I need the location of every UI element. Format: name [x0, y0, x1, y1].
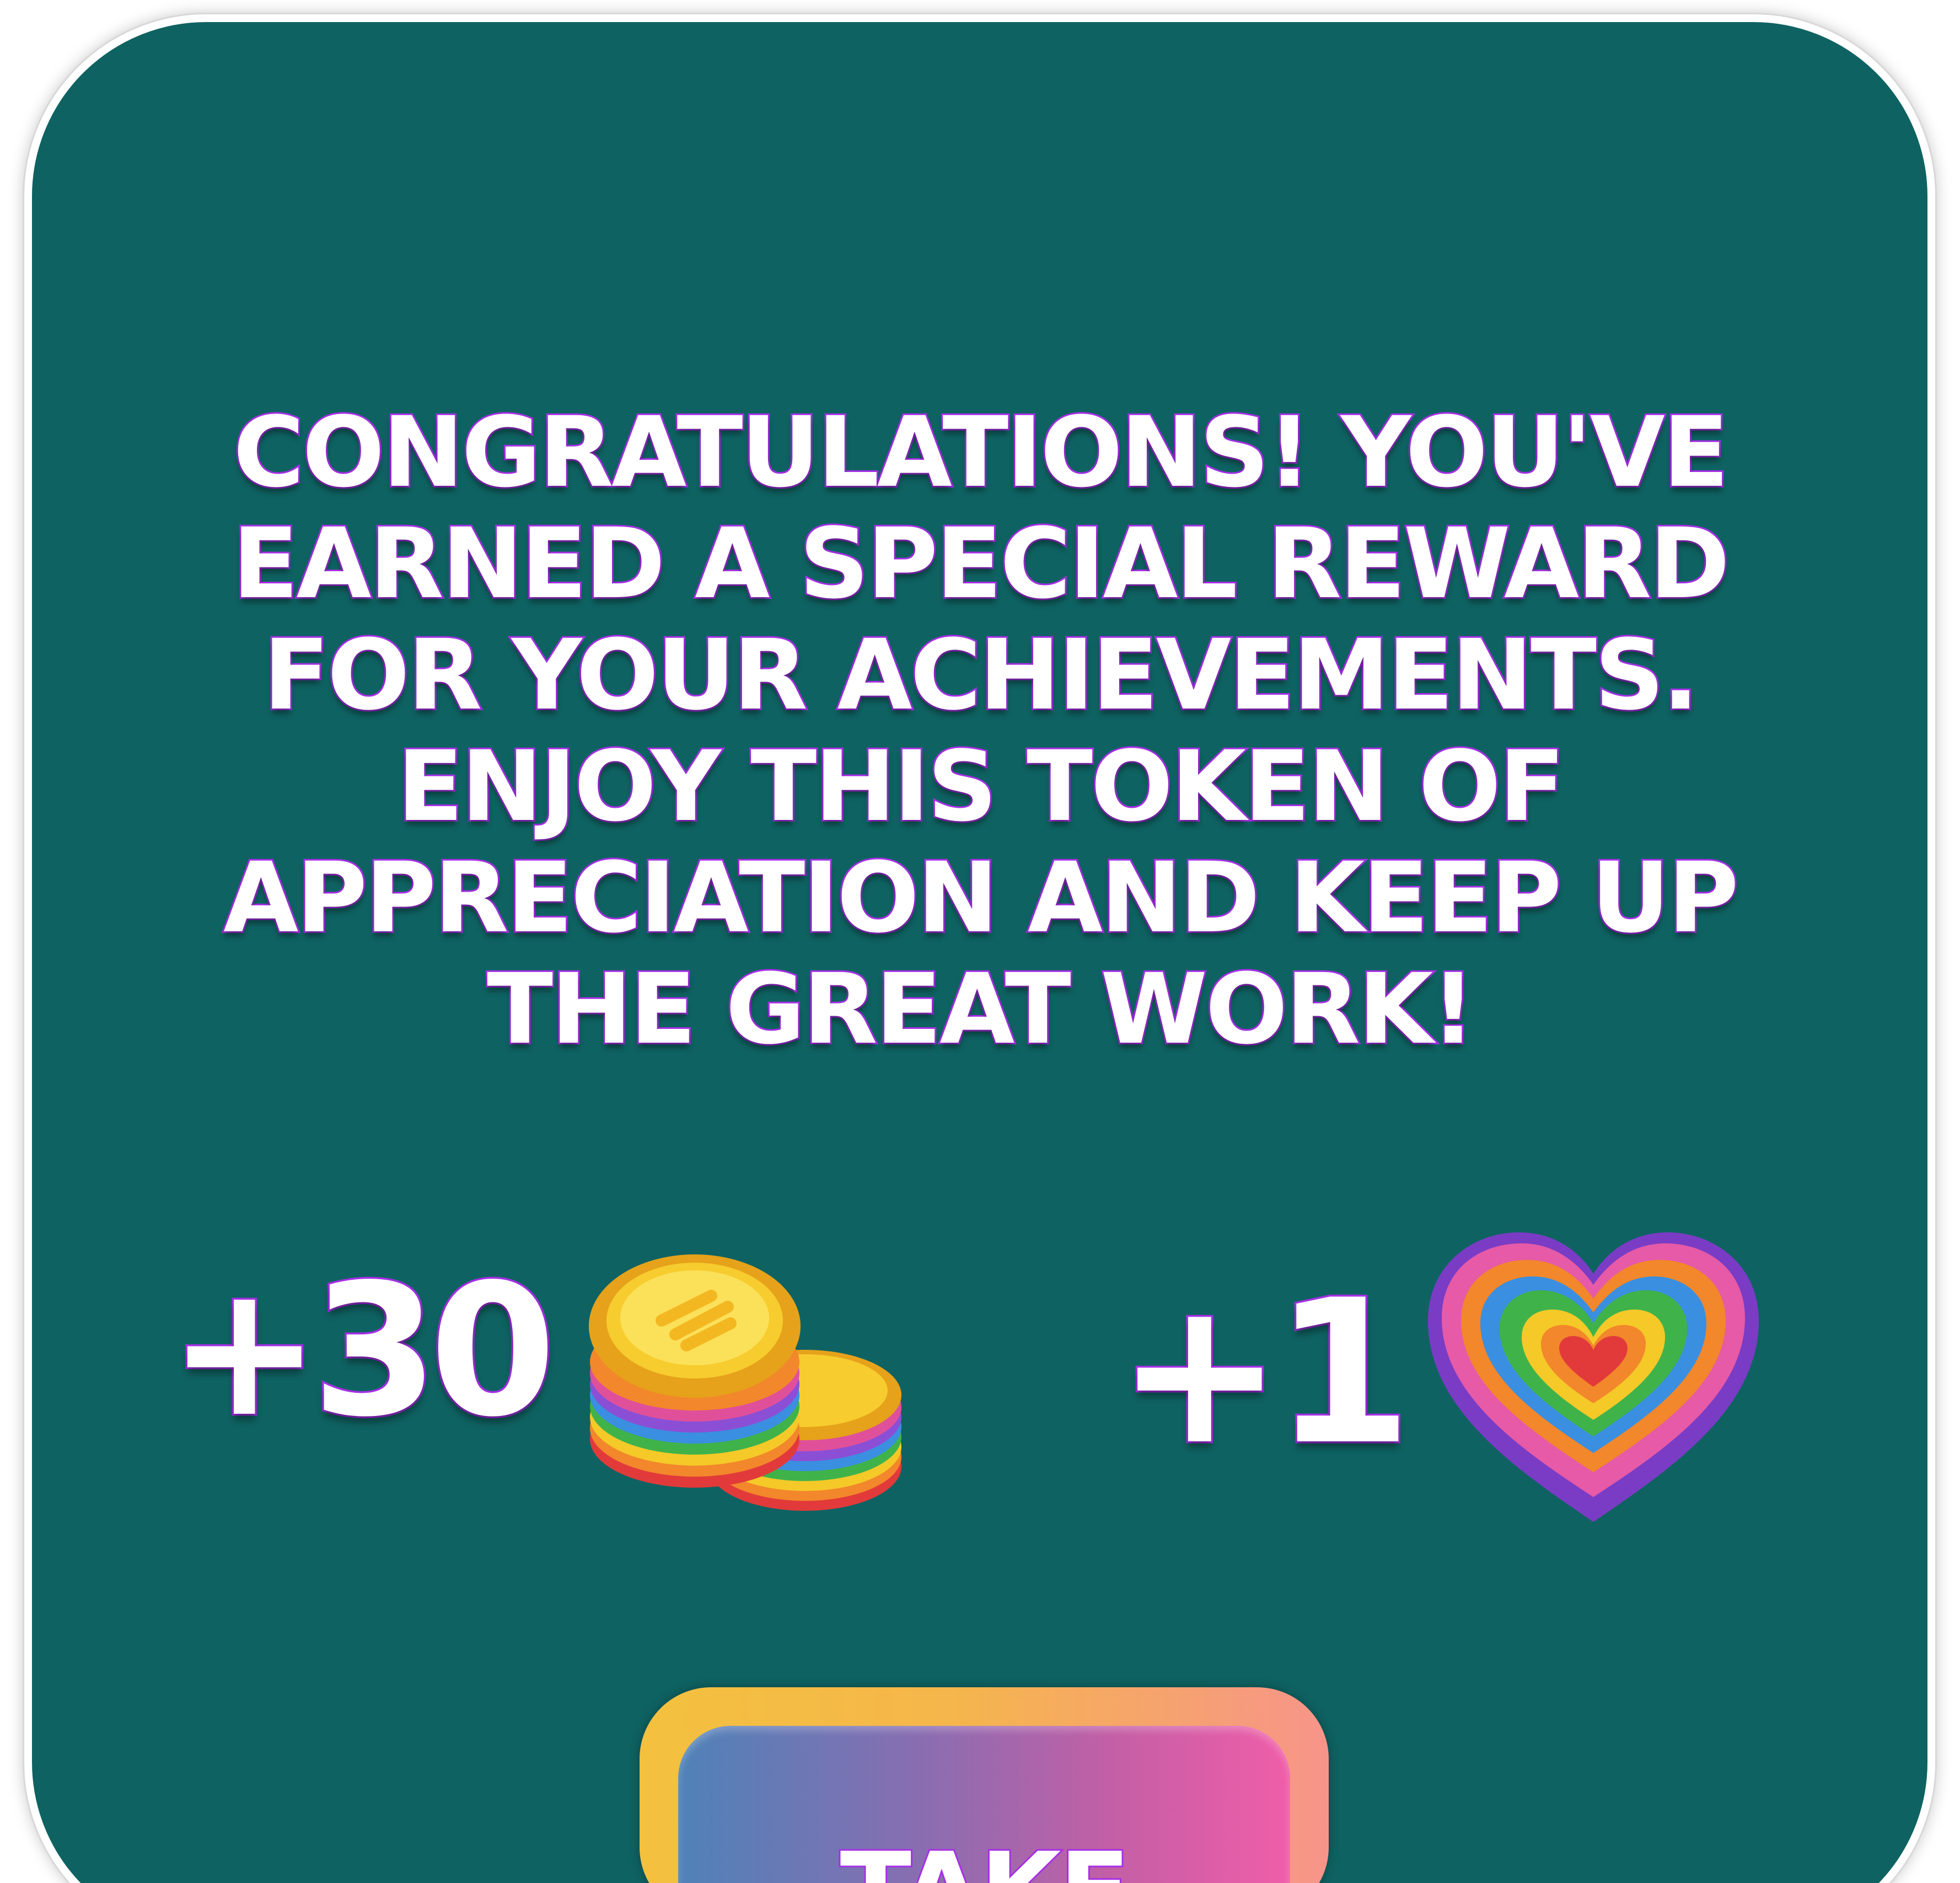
reward-screen: CONGRATULATIONS! YOU'VE EARNED A SPECIAL…	[0, 0, 1960, 1883]
rainbow-coins-icon	[589, 1254, 901, 1511]
take-button[interactable]: TAKE	[678, 1726, 1290, 1883]
rainbow-heart-icon	[1428, 1232, 1759, 1522]
hearts-reward-amount: +1	[1114, 1257, 1414, 1488]
take-button-frame[interactable]: TAKE	[640, 1687, 1329, 1883]
coins-reward-amount: +30	[167, 1245, 559, 1457]
reward-message: CONGRATULATIONS! YOU'VE EARNED A SPECIAL…	[222, 395, 1741, 1067]
coin-stack-front	[589, 1254, 801, 1488]
take-button-label: TAKE	[678, 1834, 1290, 1883]
